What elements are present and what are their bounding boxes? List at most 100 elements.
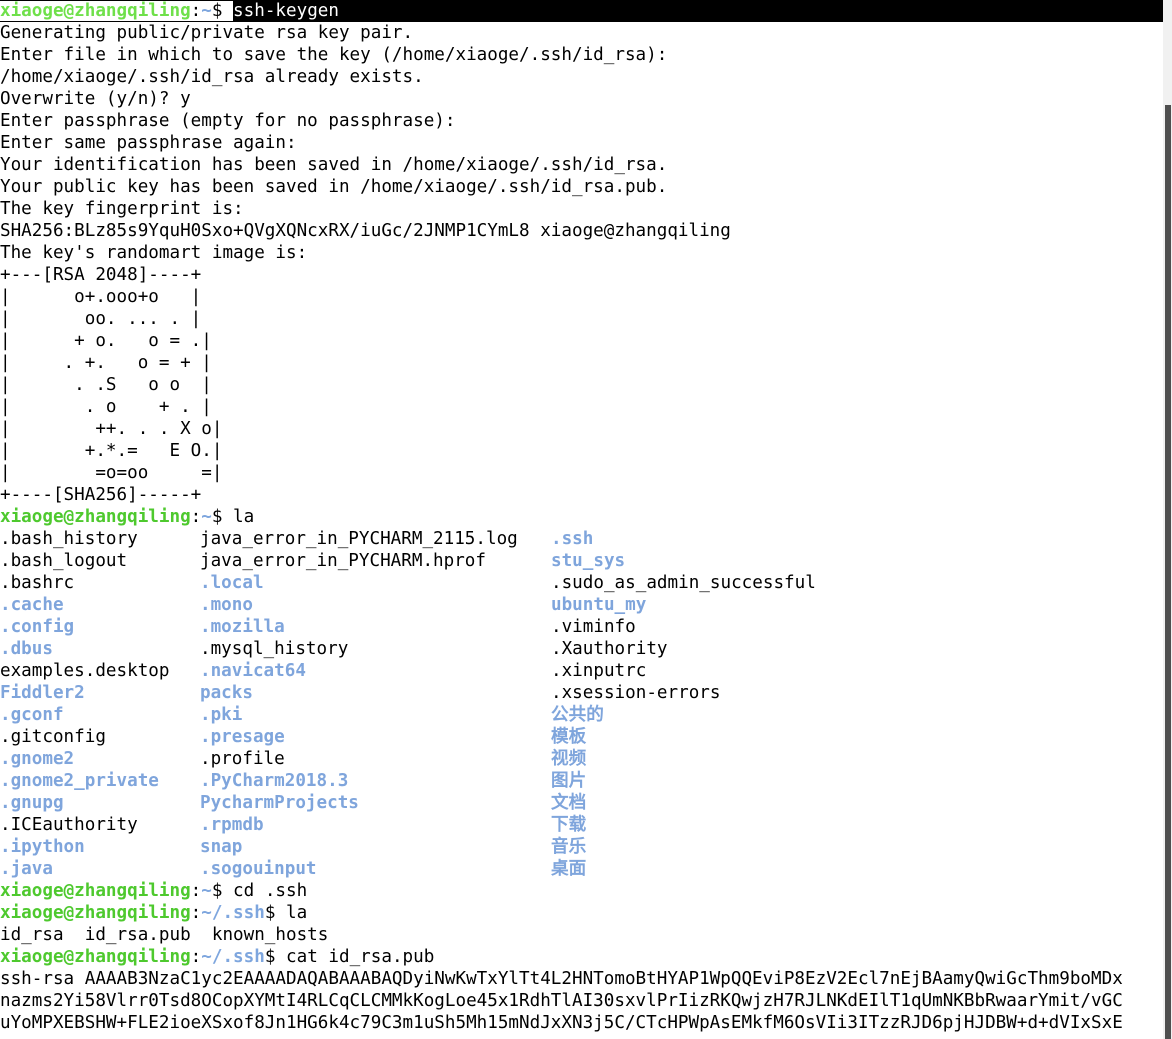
file-entry: .ICEauthority [0, 815, 138, 835]
listing-row: .gnupg PycharmProjects 文档 [0, 792, 1172, 814]
directory-entry: 图片 [551, 771, 587, 791]
terminal-screen: xiaoge@zhangqiling:~$ ssh-keygen Generat… [0, 0, 1172, 1034]
prompt-path-tilde: ~ [201, 903, 212, 923]
file-entry: .xinputrc [551, 661, 647, 681]
directory-entry: .mozilla [200, 617, 285, 637]
listing-row: .ICEauthority .rpmdb 下载 [0, 814, 1172, 836]
prompt-user-host: xiaoge@zhangqiling [0, 881, 191, 901]
directory-entry: .gconf [0, 705, 64, 725]
directory-entry: .sogouinput [200, 859, 317, 879]
directory-entry: 视频 [551, 749, 587, 769]
prompt-user-host: xiaoge@zhangqiling [0, 947, 191, 967]
prompt-line-la-home: xiaoge@zhangqiling:~$ la [0, 506, 1172, 528]
prompt-line-la-ssh: xiaoge@zhangqiling:~/.ssh$ la [0, 902, 1172, 924]
command-cat-id-rsa-pub[interactable]: cat id_rsa.pub [286, 947, 434, 967]
randomart-line: | . +. o = + | [0, 353, 212, 373]
file-entry: examples.desktop [0, 661, 170, 681]
command-ssh-keygen[interactable]: ssh-keygen [233, 1, 339, 21]
public-key-line: uYoMPXEBSHW+FLE2ioeXSxof8Jn1HG6k4c79C3m1… [0, 1013, 1123, 1033]
directory-entry: 下载 [551, 815, 587, 835]
directory-entry: .gnome2_private [0, 771, 159, 791]
public-key-line: nazms2Yi58Vlrr0Tsd8OCopXYMtI4RLCqCLCMMkK… [0, 991, 1123, 1011]
directory-entry: .presage [200, 727, 285, 747]
directory-entry: 音乐 [551, 837, 587, 857]
prompt-line-cat: xiaoge@zhangqiling:~/.ssh$ cat id_rsa.pu… [0, 946, 1172, 968]
randomart-line: | o+.ooo+o | [0, 287, 202, 307]
directory-entry: 公共的 [551, 705, 604, 725]
directory-entry: .config [0, 617, 75, 637]
prompt-colon: : [190, 507, 202, 527]
file-entry: .bashrc [0, 573, 75, 593]
output-line: Generating public/private rsa key pair. [0, 23, 414, 43]
prompt-user-host: xiaoge@zhangqiling [0, 507, 191, 527]
randomart-line: | =o=oo =| [0, 463, 223, 483]
listing-row: .gitconfig .presage 模板 [0, 726, 1172, 748]
directory-entry: .cache [0, 595, 64, 615]
prompt-path-tilde: ~ [201, 947, 212, 967]
prompt-path-tilde: ~ [201, 1, 212, 21]
file-entry: .bash_history [0, 529, 138, 549]
prompt-line-ssh-keygen: xiaoge@zhangqiling:~$ ssh-keygen [0, 0, 1172, 22]
listing-row: .bash_logout java_error_in_PYCHARM.hprof s… [0, 550, 1172, 572]
public-key-line: ssh-rsa AAAAB3NzaC1yc2EAAAADAQABAAABAQDy… [0, 969, 1123, 989]
command-la[interactable]: la [233, 507, 254, 527]
command-cd-ssh[interactable]: cd .ssh [233, 881, 307, 901]
file-entry: .mysql_history [200, 639, 349, 659]
file-entry: .gitconfig [0, 727, 106, 747]
prompt-dollar: $ [264, 947, 276, 967]
terminal-window[interactable]: xiaoge@zhangqiling:~$ ssh-keygen Generat… [0, 0, 1172, 1039]
directory-entry: .gnupg [0, 793, 64, 813]
file-entry: .profile [200, 749, 285, 769]
file-entry: .xsession-errors [551, 683, 721, 703]
output-line: Your identification has been saved in /h… [0, 155, 668, 175]
randomart-line: | oo. ... . | [0, 309, 202, 329]
scrollbar-thumb[interactable] [1165, 105, 1171, 1039]
directory-entry: .local [200, 573, 264, 593]
directory-entry: .java [0, 859, 53, 879]
output-line: Overwrite (y/n)? y [0, 89, 191, 109]
prompt-user-host: xiaoge@zhangqiling [0, 903, 191, 923]
prompt-dollar: $ [211, 507, 223, 527]
directory-entry: .navicat64 [200, 661, 306, 681]
prompt-user-host: xiaoge@zhangqiling [0, 1, 191, 21]
directory-entry: .dbus [0, 639, 53, 659]
output-line: Enter file in which to save the key (/ho… [0, 45, 668, 65]
scrollbar-track[interactable] [1163, 0, 1172, 1039]
prompt-colon: : [190, 903, 202, 923]
listing-row: Fiddler2 packs .xsession-errors [0, 682, 1172, 704]
listing-row: .dbus .mysql_history .Xauthority [0, 638, 1172, 660]
output-line: Enter same passphrase again: [0, 133, 297, 153]
randomart-line: | . o + . | [0, 397, 212, 417]
directory-entry: Fiddler2 [0, 683, 85, 703]
randomart-line: | +.*.= E O.| [0, 441, 223, 461]
directory-entry: .ipython [0, 837, 85, 857]
prompt-dollar: $ [211, 881, 223, 901]
prompt-colon: : [190, 881, 202, 901]
directory-entry: packs [200, 683, 253, 703]
fingerprint-line: SHA256:BLz85s9YquH0Sxo+QVgXQNcxRX/iuGc/2… [0, 221, 731, 241]
prompt-colon: : [190, 947, 202, 967]
command-la[interactable]: la [286, 903, 307, 923]
output-line: Your public key has been saved in /home/… [0, 177, 668, 197]
listing-row: .gnome2 .profile 视频 [0, 748, 1172, 770]
ssh-directory-listing: id_rsa id_rsa.pub known_hosts [0, 925, 329, 945]
directory-entry: 文档 [551, 793, 587, 813]
prompt-line-cd-ssh: xiaoge@zhangqiling:~$ cd .ssh [0, 880, 1172, 902]
output-line: Enter passphrase (empty for no passphras… [0, 111, 456, 131]
prompt-colon: : [190, 1, 202, 21]
output-line: The key fingerprint is: [0, 199, 244, 219]
listing-row: .ipython snap 音乐 [0, 836, 1172, 858]
listing-row: .bash_history java_error_in_PYCHARM_2115.… [0, 528, 1172, 550]
listing-row: .gconf .pki 公共的 [0, 704, 1172, 726]
prompt-path-tilde: ~ [201, 881, 212, 901]
prompt-path-ssh: /.ssh [211, 947, 265, 967]
directory-entry: .rpmdb [200, 815, 264, 835]
directory-entry: .ssh [551, 529, 594, 549]
directory-entry: stu_sys [551, 551, 626, 571]
prompt-dollar: $ [211, 1, 223, 21]
randomart-line: | + o. o = .| [0, 331, 212, 351]
listing-row: .cache .mono ubuntu_my [0, 594, 1172, 616]
home-directory-listing: .bash_history java_error_in_PYCHARM_2115.… [0, 528, 1172, 880]
directory-entry: snap [200, 837, 243, 857]
directory-entry: PycharmProjects [200, 793, 359, 813]
